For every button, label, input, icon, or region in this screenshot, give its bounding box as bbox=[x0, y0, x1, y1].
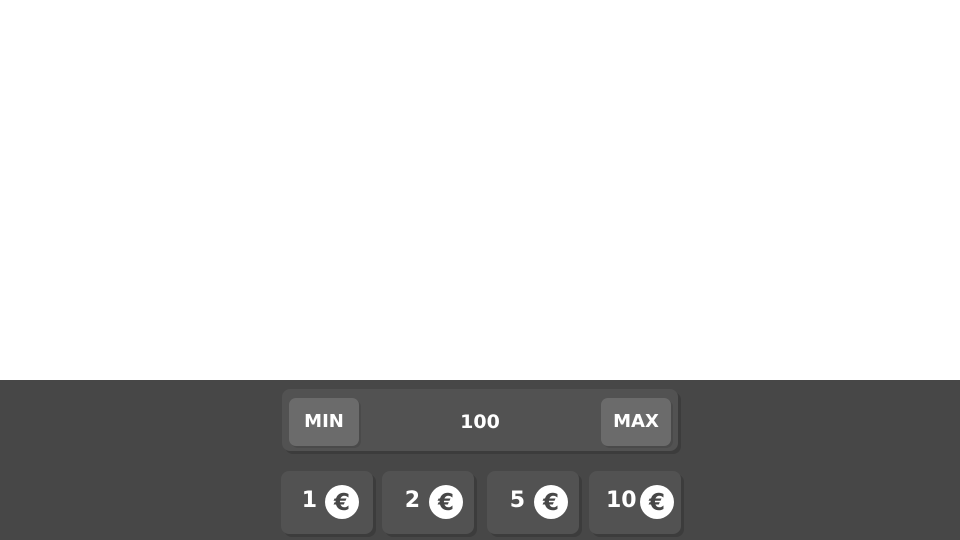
chip-value: 10 bbox=[606, 488, 637, 513]
bet-amount-bar: MIN 100 MAX bbox=[282, 389, 678, 451]
bet-panel: MIN 100 MAX 1 € 2 € 5 € 10 € bbox=[0, 380, 960, 540]
min-bet-button[interactable]: MIN bbox=[289, 398, 359, 446]
game-area bbox=[0, 0, 960, 380]
euro-coin-icon: € bbox=[640, 485, 674, 519]
max-bet-button[interactable]: MAX bbox=[601, 398, 671, 446]
chip-value: 2 bbox=[404, 488, 420, 513]
chip-button-5[interactable]: 5 € bbox=[487, 471, 579, 534]
euro-coin-icon: € bbox=[429, 485, 463, 519]
chip-button-10[interactable]: 10 € bbox=[589, 471, 681, 534]
chip-button-1[interactable]: 1 € bbox=[281, 471, 373, 534]
chip-value: 1 bbox=[301, 488, 317, 513]
chip-value: 5 bbox=[509, 488, 525, 513]
bet-amount-value[interactable]: 100 bbox=[372, 389, 588, 451]
euro-coin-icon: € bbox=[325, 485, 359, 519]
chip-button-2[interactable]: 2 € bbox=[382, 471, 474, 534]
euro-coin-icon: € bbox=[534, 485, 568, 519]
